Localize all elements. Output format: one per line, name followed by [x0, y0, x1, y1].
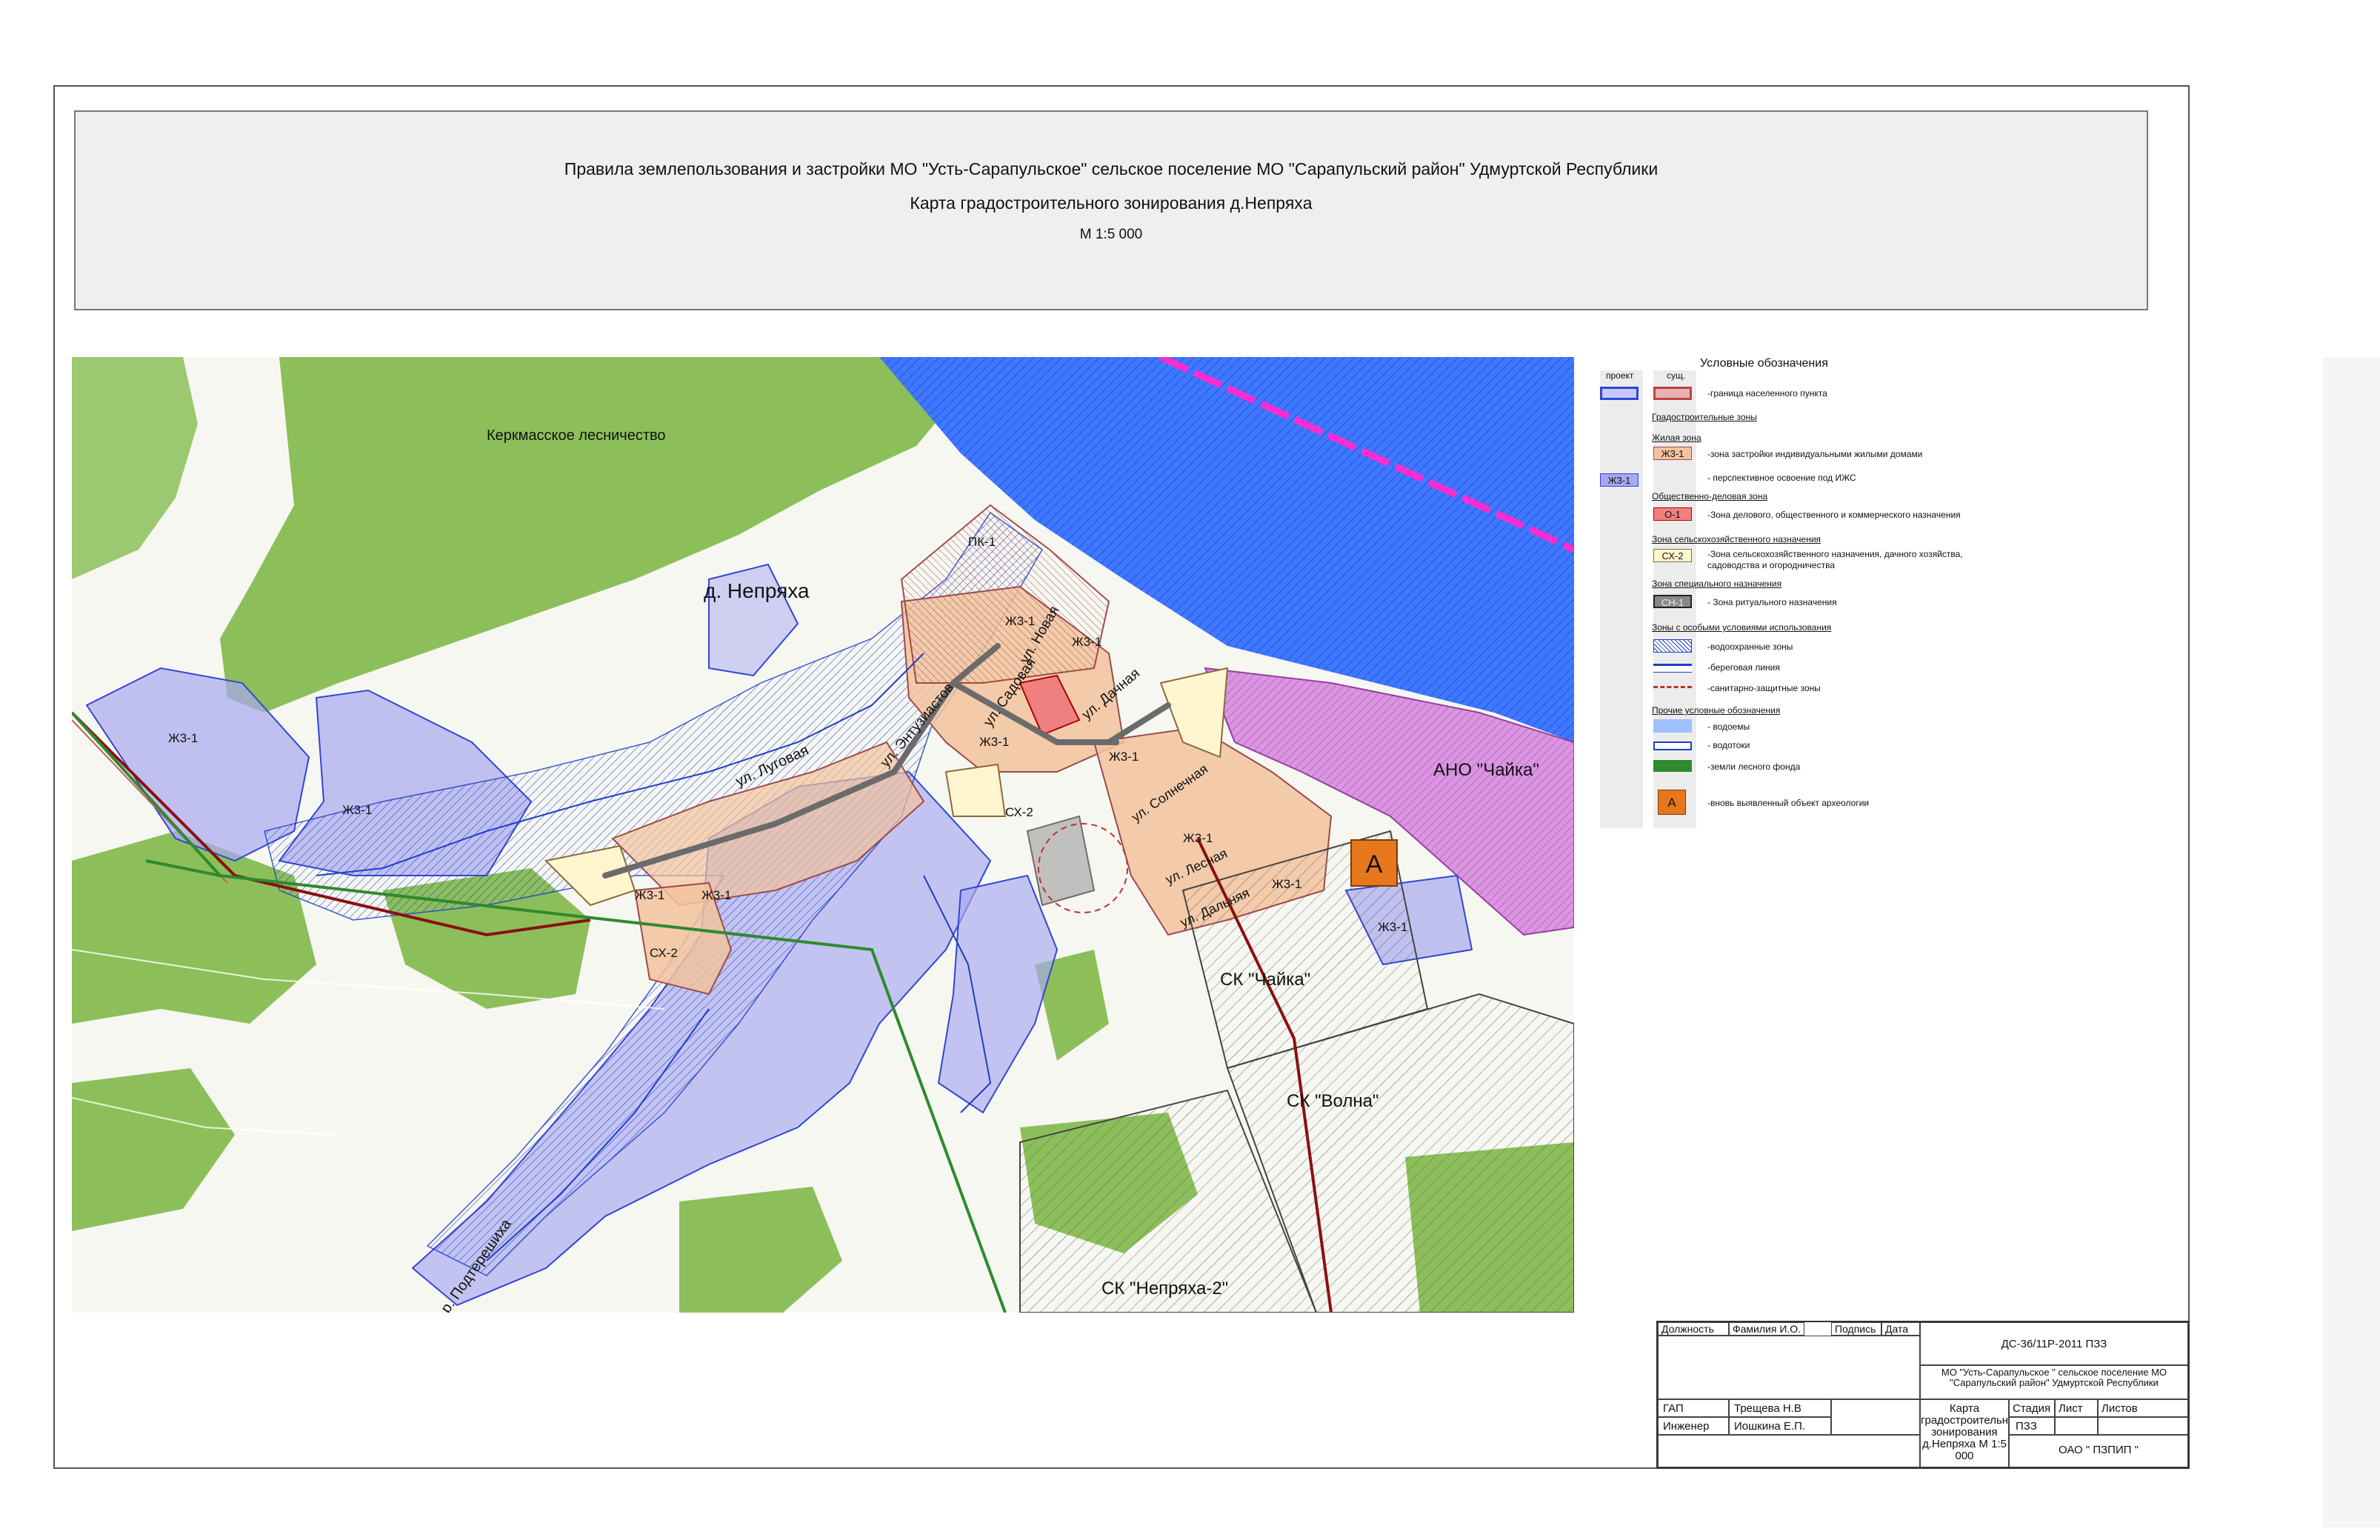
sanitary-swatch: [1653, 686, 1692, 689]
waterbodies-swatch: [1653, 719, 1692, 733]
legend-sanitary: -санитарно-защитные зоны: [1707, 683, 1821, 693]
zone-label: Ж3-1: [1183, 831, 1213, 845]
stamp-stage-value: ПЗЗ: [2009, 1417, 2055, 1435]
stamp-sheet-title: Карта градостроительного зонирования д.Н…: [1920, 1399, 2009, 1467]
legend: проект сущ. Условные обозначения -границ…: [1593, 354, 2015, 843]
zone-label: Ж3-1: [1378, 920, 1407, 934]
scan-edge-strip: [2322, 357, 2380, 1527]
archeology-marker-label: А: [1366, 850, 1383, 879]
legend-waterbodies: - водоемы: [1707, 721, 1750, 732]
stamp-person-2: Иошкина Е.П.: [1729, 1417, 1831, 1435]
stamp-sheets-label: Листов: [2098, 1399, 2188, 1417]
archeology-marker: А: [1350, 839, 1398, 887]
boundary-exist-swatch: [1653, 387, 1692, 400]
legend-shore-line: -береговая линия: [1707, 662, 1780, 673]
boundary-proj-swatch: [1600, 387, 1639, 400]
title-block: Правила землепользования и застройки МО …: [74, 110, 2148, 310]
zoning-map: А Керкмасское лесничество д. Непряха АНО…: [72, 357, 1574, 1313]
stamp-sheets-value: [2098, 1417, 2188, 1435]
forest-fund-swatch: [1653, 760, 1692, 772]
stamp-sheet-label: Лист: [2055, 1399, 2098, 1417]
legend-o1: -Зона делового, общественного и коммерче…: [1707, 510, 1961, 520]
legend-col-project: проект: [1606, 370, 1634, 381]
legend-section-residential: Жилая зона: [1652, 433, 1701, 443]
legend-zh31: -зона застройки индивидуальными жилыми д…: [1707, 449, 1923, 459]
stamp-col-date: Дата: [1881, 1322, 1920, 1336]
label-sk-chaika: СК "Чайка": [1220, 970, 1310, 990]
streams-swatch: [1653, 741, 1692, 750]
title-stamp: Должность Фамилия И.О. Подпись Дата ДС-3…: [1656, 1321, 2190, 1469]
zone-label: Ж3-1: [1109, 750, 1139, 764]
zone-label: СХ-2: [650, 946, 678, 960]
legend-project-column: [1600, 370, 1643, 828]
zone-label: Ж3-1: [1072, 635, 1101, 649]
sx2-swatch: СХ-2: [1653, 549, 1692, 562]
legend-section-special-use: Зоны с особыми условиями использования: [1652, 622, 1832, 633]
stamp-empty-rows: [1658, 1336, 1920, 1399]
map-scale: М 1:5 000: [1079, 227, 1143, 242]
zone-label: Ж3-1: [979, 735, 1009, 749]
archeo-swatch: А: [1658, 790, 1686, 815]
stamp-stage-label: Стадия: [2009, 1399, 2055, 1417]
legend-section-other: Прочие условные обозначения: [1652, 705, 1781, 716]
zone-label: Ж3-1: [635, 888, 664, 902]
map-title: Карта градостроительного зонирования д.Н…: [910, 193, 1313, 213]
zh31-project-swatch: Ж3-1: [1600, 473, 1639, 487]
zone-label: Ж3-1: [1272, 877, 1301, 891]
label-ano: АНО "Чайка": [1433, 760, 1539, 780]
shore-line-swatch: [1653, 664, 1692, 673]
stamp-role-1: ГАП: [1658, 1399, 1729, 1417]
legend-forest-fund: -земли лесного фонда: [1707, 761, 1801, 772]
sn1-swatch: СН-1: [1653, 595, 1692, 608]
legend-water-protect: -водоохранные зоны: [1707, 641, 1793, 652]
legend-section-public: Общественно-деловая зона: [1652, 491, 1768, 501]
zone-label: Ж3-1: [342, 803, 372, 817]
stamp-doc-code: ДС-36/11Р-2011 ПЗЗ: [1920, 1322, 2188, 1365]
legend-section-zones: Градостроительные зоны: [1652, 412, 1757, 422]
legend-col-existing: сущ.: [1667, 370, 1686, 381]
stamp-person-1: Трещева Н.В: [1729, 1399, 1831, 1417]
label-sk-volna: СК "Волна": [1287, 1091, 1379, 1111]
stamp-col-name: Фамилия И.О.: [1729, 1322, 1804, 1336]
stamp-sheet-value: [2055, 1417, 2098, 1435]
stamp-sign-cells: [1831, 1399, 1920, 1435]
legend-boundary: -граница населенного пункта: [1707, 388, 1827, 399]
label-forestry: Керкмасское лесничество: [487, 427, 666, 444]
zone-label: СХ-2: [1005, 805, 1033, 819]
stamp-col-signature: Подпись: [1831, 1322, 1881, 1336]
document-title: Правила землепользования и застройки МО …: [564, 159, 1659, 179]
legend-streams: - водотоки: [1707, 740, 1750, 750]
stamp-org: МО "Усть-Сарапульское " сельское поселен…: [1920, 1365, 2188, 1399]
legend-archeo: -вновь выявленный объект археологии: [1707, 798, 1870, 808]
zone-label: Ж3-1: [1005, 614, 1035, 628]
label-village: д. Непряха: [704, 579, 810, 602]
zone-label: Ж3-1: [168, 731, 198, 745]
zh31-swatch: Ж3-1: [1653, 447, 1692, 460]
legend-section-special: Зона специального назначения: [1652, 579, 1782, 589]
label-sk-nepryaha2: СК "Непряха-2": [1101, 1279, 1228, 1299]
legend-title: Условные обозначения: [1700, 357, 1828, 370]
legend-section-agri: Зона сельскохозяйственного назначения: [1652, 534, 1821, 544]
legend-sn1: - Зона ритуального назначения: [1707, 597, 1837, 607]
stamp-role-2: Инженер: [1658, 1417, 1729, 1435]
stamp-col-position: Должность: [1658, 1322, 1729, 1336]
stamp-empty-bottom: [1658, 1435, 1920, 1467]
water-protect-swatch: [1653, 639, 1692, 653]
legend-zh31-proj: - перспективное освоение под ИЖС: [1707, 473, 1856, 483]
o1-swatch: О-1: [1653, 507, 1692, 521]
stamp-company: ОАО " ПЗПИП ": [2009, 1435, 2188, 1467]
zone-label: Ж3-1: [701, 888, 731, 902]
zone-label: ПК-1: [968, 535, 996, 549]
legend-sx2: -Зона сельскохозяйственного назначения, …: [1707, 549, 1963, 570]
